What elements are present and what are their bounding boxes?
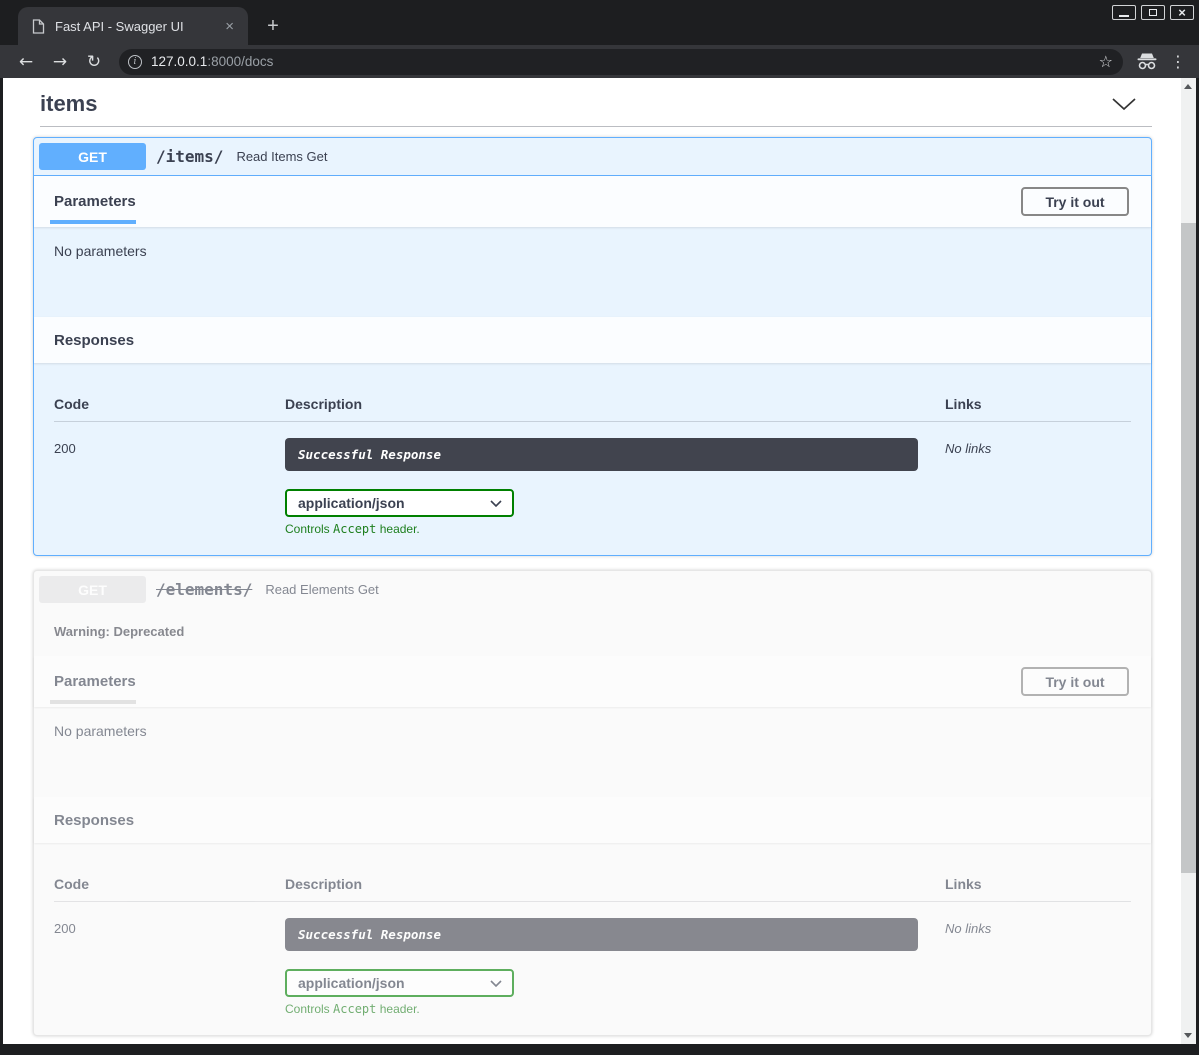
url-text: 127.0.0.1:8000/docs bbox=[151, 54, 273, 69]
opblock-summary[interactable]: GET /elements/ Read Elements Get bbox=[34, 571, 1151, 608]
maximize-button[interactable] bbox=[1141, 5, 1165, 20]
response-row: 200 Successful Response application/json… bbox=[54, 438, 1131, 536]
url-bar[interactable]: i 127.0.0.1:8000/docs ☆ bbox=[119, 49, 1123, 75]
incognito-icon[interactable] bbox=[1135, 53, 1159, 70]
media-type-select[interactable]: application/json bbox=[285, 489, 514, 517]
tag-section-header[interactable]: items bbox=[3, 78, 1181, 117]
response-row: 200 Successful Response application/json… bbox=[54, 918, 1131, 1016]
reload-icon[interactable]: ↻ bbox=[82, 52, 106, 72]
response-description-cell: Successful Response application/json Con… bbox=[285, 438, 945, 536]
responses-title: Responses bbox=[54, 812, 134, 829]
responses-body: Code Description Links 200 Successful Re… bbox=[34, 843, 1151, 1035]
tag-title: items bbox=[40, 91, 97, 117]
response-links: No links bbox=[945, 918, 1131, 1016]
responses-body: Code Description Links 200 Successful Re… bbox=[34, 363, 1151, 555]
endpoint-summary: Read Elements Get bbox=[265, 582, 378, 597]
media-type-select[interactable]: application/json bbox=[285, 969, 514, 997]
close-icon: × bbox=[1178, 6, 1186, 19]
chevron-down-icon[interactable] bbox=[1111, 97, 1137, 111]
bookmark-star-icon[interactable]: ☆ bbox=[1099, 52, 1113, 71]
opblock-summary[interactable]: GET /items/ Read Items Get bbox=[34, 138, 1151, 176]
opblock-get-items: GET /items/ Read Items Get Parameters Tr… bbox=[33, 137, 1152, 556]
minimize-icon bbox=[1119, 15, 1129, 17]
media-type-value: application/json bbox=[298, 975, 405, 991]
no-parameters-text: No parameters bbox=[54, 243, 147, 259]
endpoint-summary: Read Items Get bbox=[236, 149, 327, 164]
media-type-value: application/json bbox=[298, 495, 405, 511]
parameters-tab-underline bbox=[50, 700, 136, 704]
page-content: items GET /items/ Read Items Get Paramet… bbox=[3, 78, 1181, 1036]
response-description-bar: Successful Response bbox=[285, 438, 918, 471]
parameters-section-header: Parameters Try it out bbox=[34, 176, 1151, 227]
method-badge: GET bbox=[39, 143, 146, 170]
site-info-icon[interactable]: i bbox=[128, 55, 142, 69]
url-host: 127.0.0.1 bbox=[151, 54, 207, 69]
select-chevron-icon bbox=[490, 980, 502, 987]
scrollbar-up-arrow-icon[interactable] bbox=[1184, 84, 1192, 89]
accept-header-note: Controls Accept header. bbox=[285, 1002, 945, 1016]
scrollbar-thumb[interactable] bbox=[1181, 223, 1196, 873]
browser-titlebar: Fast API - Swagger UI × + × bbox=[0, 0, 1199, 45]
accept-header-note: Controls Accept header. bbox=[285, 522, 945, 536]
responses-table-header: Code Description Links bbox=[54, 876, 1131, 902]
tab-title: Fast API - Swagger UI bbox=[55, 19, 221, 34]
responses-title: Responses bbox=[54, 332, 134, 349]
parameters-tab-underline bbox=[50, 220, 136, 224]
response-code: 200 bbox=[54, 918, 285, 1016]
tab-close-icon[interactable]: × bbox=[221, 18, 238, 35]
parameters-tab: Parameters bbox=[54, 193, 136, 210]
endpoint-path: /elements/ bbox=[156, 580, 252, 599]
response-description-cell: Successful Response application/json Con… bbox=[285, 918, 945, 1016]
response-links: No links bbox=[945, 438, 1131, 536]
endpoint-path: /items/ bbox=[156, 147, 223, 166]
url-path: :8000/docs bbox=[207, 54, 273, 69]
parameters-body: No parameters bbox=[34, 707, 1151, 797]
window-controls: × bbox=[1112, 5, 1194, 20]
new-tab-button[interactable]: + bbox=[260, 13, 286, 39]
section-divider bbox=[40, 126, 1152, 127]
minimize-button[interactable] bbox=[1112, 5, 1136, 20]
responses-section-header: Responses bbox=[34, 317, 1151, 363]
select-chevron-icon bbox=[490, 500, 502, 507]
forward-icon[interactable]: → bbox=[48, 52, 72, 72]
page-favicon-icon bbox=[32, 19, 45, 34]
try-it-out-button[interactable]: Try it out bbox=[1021, 187, 1129, 216]
page-scrollbar[interactable] bbox=[1181, 78, 1196, 1044]
col-code: Code bbox=[54, 876, 285, 892]
col-description: Description bbox=[285, 876, 945, 892]
opblock-get-elements-deprecated: GET /elements/ Read Elements Get Warning… bbox=[33, 570, 1152, 1036]
response-code: 200 bbox=[54, 438, 285, 536]
deprecated-warning: Warning: Deprecated bbox=[34, 608, 1151, 656]
responses-section-header: Responses bbox=[34, 797, 1151, 843]
back-icon[interactable]: ← bbox=[14, 52, 38, 72]
parameters-tab: Parameters bbox=[54, 673, 136, 690]
col-description: Description bbox=[285, 396, 945, 412]
try-it-out-button[interactable]: Try it out bbox=[1021, 667, 1129, 696]
scrollbar-down-arrow-icon[interactable] bbox=[1184, 1033, 1192, 1038]
browser-toolbar: ← → ↻ i 127.0.0.1:8000/docs ☆ ⋮ bbox=[0, 45, 1199, 78]
browser-tab[interactable]: Fast API - Swagger UI × bbox=[18, 7, 248, 45]
close-button[interactable]: × bbox=[1170, 5, 1194, 20]
parameters-section-header: Parameters Try it out bbox=[34, 656, 1151, 707]
no-parameters-text: No parameters bbox=[54, 723, 147, 739]
maximize-icon bbox=[1149, 9, 1157, 16]
method-badge: GET bbox=[39, 576, 146, 603]
responses-table-header: Code Description Links bbox=[54, 396, 1131, 422]
parameters-body: No parameters bbox=[34, 227, 1151, 317]
swagger-page: items GET /items/ Read Items Get Paramet… bbox=[3, 78, 1196, 1044]
col-links: Links bbox=[945, 876, 1131, 892]
response-description-bar: Successful Response bbox=[285, 918, 918, 951]
col-links: Links bbox=[945, 396, 1131, 412]
browser-menu-icon[interactable]: ⋮ bbox=[1170, 52, 1186, 71]
col-code: Code bbox=[54, 396, 285, 412]
